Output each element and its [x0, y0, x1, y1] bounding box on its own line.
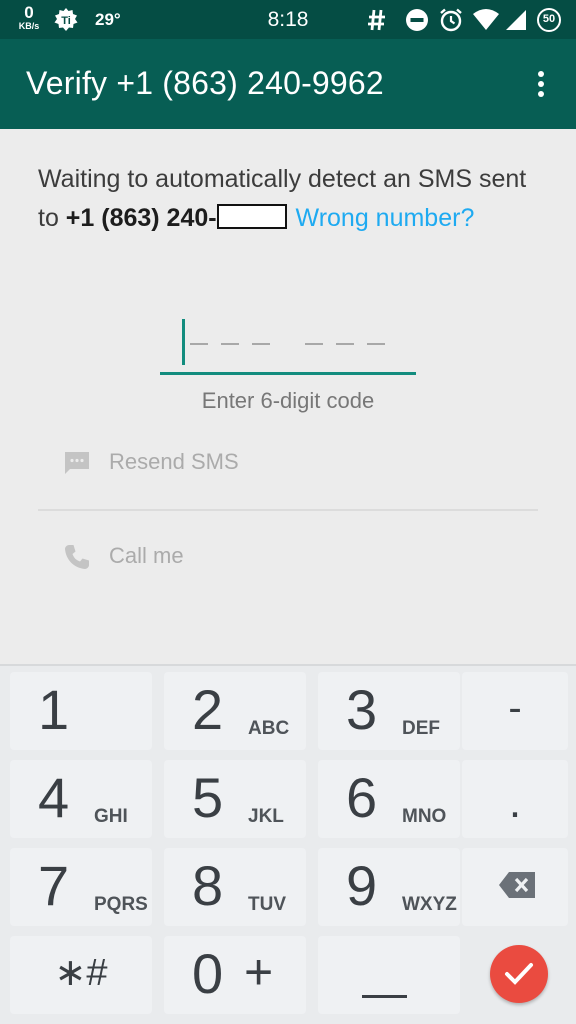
key-digit: 4	[38, 766, 70, 829]
key-letters: JKL	[248, 806, 284, 827]
wifi-icon	[473, 9, 499, 30]
key-9[interactable]: 9 WXYZ	[318, 848, 460, 926]
page-title: Verify +1 (863) 240-9962	[26, 65, 384, 101]
key-digit: 8	[192, 854, 224, 917]
alarm-icon	[440, 8, 462, 32]
backspace-icon	[499, 872, 535, 898]
key-star-hash[interactable]: ∗#	[10, 936, 152, 1014]
key-3[interactable]: 3 DEF	[318, 672, 460, 750]
code-digit-slot	[252, 343, 270, 345]
key-letters: DEF	[402, 718, 440, 739]
key-period[interactable]: .	[462, 760, 568, 838]
code-hint: Enter 6-digit code	[201, 388, 375, 413]
check-icon	[505, 963, 533, 985]
code-digit-slot	[190, 343, 208, 345]
text-cursor	[182, 319, 185, 365]
cellular-signal-icon	[506, 10, 526, 30]
key-2[interactable]: 2 ABC	[164, 672, 306, 750]
call-me-button[interactable]: Call me	[62, 532, 512, 582]
key-5[interactable]: 5 JKL	[164, 760, 306, 838]
key-digit: 3	[346, 678, 378, 741]
battery-indicator: 50	[536, 7, 562, 33]
key-letters: GHI	[94, 806, 128, 827]
code-input[interactable]	[160, 315, 416, 377]
key-digit: 7	[38, 854, 70, 917]
battery-level: 50	[542, 13, 556, 25]
app-toolbar: Verify +1 (863) 240-9962	[0, 39, 576, 129]
key-8[interactable]: 8 TUV	[164, 848, 306, 926]
phone-icon	[65, 545, 89, 569]
key-letters: TUV	[248, 894, 286, 915]
phone-number: +1 (863) 240-	[65, 204, 217, 232]
key-digit: 6	[346, 766, 378, 829]
key-minus[interactable]: -	[462, 672, 568, 750]
key-digit: 0	[192, 942, 224, 1005]
key-symbol: .	[508, 778, 522, 827]
more-options-icon[interactable]	[530, 69, 552, 99]
key-1[interactable]: 1	[10, 672, 152, 750]
key-7[interactable]: 7 PQRS	[10, 848, 152, 926]
code-input-underline	[160, 372, 416, 375]
key-letters: MNO	[402, 806, 447, 827]
key-symbol: ∗#	[54, 952, 108, 994]
space-underline	[362, 995, 407, 998]
key-6[interactable]: 6 MNO	[318, 760, 460, 838]
code-digit-slot	[367, 343, 385, 345]
divider	[38, 509, 538, 511]
delete-key[interactable]	[462, 848, 568, 926]
call-me-label: Call me	[109, 543, 184, 568]
do-not-disturb-icon	[406, 9, 428, 31]
key-digit: 9	[346, 854, 378, 917]
wrong-number-link[interactable]: Wrong number?	[296, 204, 475, 232]
key-0[interactable]: 0 +	[164, 936, 306, 1014]
key-digit: 2	[192, 678, 224, 741]
code-digit-slot	[221, 343, 239, 345]
key-letters: +	[244, 944, 274, 1000]
key-letters: WXYZ	[402, 894, 457, 915]
redacted-box	[216, 204, 287, 229]
key-4[interactable]: 4 GHI	[10, 760, 152, 838]
sms-icon	[65, 452, 89, 474]
key-letters: PQRS	[94, 894, 148, 915]
key-digit: 5	[192, 766, 224, 829]
resend-sms-label: Resend SMS	[109, 449, 239, 474]
key-space[interactable]	[318, 936, 460, 1014]
verification-message: Waiting to automatically detect an SMS s…	[38, 160, 538, 238]
confirm-button[interactable]	[490, 945, 548, 1003]
key-symbol: -	[508, 686, 522, 730]
hashtag-icon	[368, 9, 385, 31]
resend-sms-button[interactable]: Resend SMS	[62, 438, 512, 488]
key-letters: ABC	[248, 718, 290, 739]
status-bar: 0 KB/s Ti 29° 8:18 50	[0, 0, 576, 39]
key-digit: 1	[38, 678, 70, 741]
code-digit-slot	[305, 343, 323, 345]
code-digit-slot	[336, 343, 354, 345]
